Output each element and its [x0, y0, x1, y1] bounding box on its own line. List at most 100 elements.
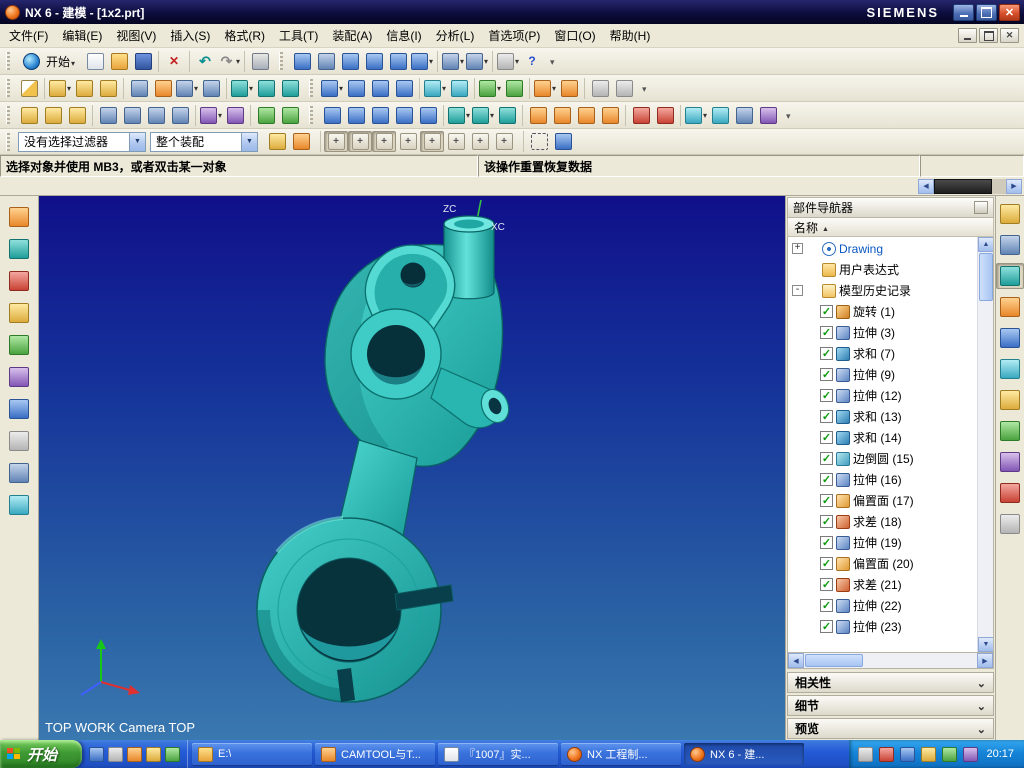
tree-row[interactable]: 求和 (14): [788, 427, 977, 448]
show-desktop-icon[interactable]: [107, 746, 124, 762]
expand-toggle[interactable]: [806, 390, 817, 401]
tree-row[interactable]: 求差 (21): [788, 574, 977, 595]
new-file-icon[interactable]: [83, 51, 107, 72]
toolbar-grip[interactable]: [6, 52, 10, 70]
feature-checkbox[interactable]: [820, 620, 833, 633]
rectangle-icon[interactable]: [168, 105, 192, 126]
close-button[interactable]: [999, 3, 1020, 21]
messenger-icon[interactable]: [164, 746, 181, 762]
thread-icon[interactable]: [588, 78, 612, 99]
expand-toggle[interactable]: [806, 453, 817, 464]
feature-checkbox[interactable]: [820, 557, 833, 570]
tree-row[interactable]: 用户表达式: [788, 259, 977, 280]
zoom-view-icon[interactable]: [362, 51, 386, 72]
studio-mode-icon[interactable]: [495, 105, 519, 126]
datum-plane-icon[interactable]: [48, 78, 72, 99]
tree-vertical-scrollbar[interactable]: [977, 237, 993, 652]
expand-toggle[interactable]: [806, 621, 817, 632]
expand-toggle[interactable]: [806, 474, 817, 485]
taskbar-task-button[interactable]: NX 工程制...: [561, 743, 681, 765]
tree-row[interactable]: 偏置面 (17): [788, 490, 977, 511]
snap-point-toggle-icon[interactable]: [324, 131, 348, 152]
antivirus-icon[interactable]: [878, 746, 895, 762]
fit-view-icon[interactable]: [338, 51, 362, 72]
left-tool-icon-4[interactable]: [5, 300, 33, 326]
taskbar-task-button[interactable]: 『1007』实...: [438, 743, 558, 765]
pattern-feature-icon[interactable]: [478, 78, 502, 99]
feature-checkbox[interactable]: [820, 431, 833, 444]
toolbar-grip[interactable]: [309, 79, 313, 97]
rotate-object-icon[interactable]: [653, 105, 677, 126]
tree-row[interactable]: 拉伸 (23): [788, 616, 977, 637]
draft-icon[interactable]: [368, 78, 392, 99]
feature-checkbox[interactable]: [820, 305, 833, 318]
minimize-button[interactable]: [953, 3, 974, 21]
menu-item[interactable]: 信息(I): [379, 23, 428, 48]
mdi-close-button[interactable]: [1000, 28, 1019, 43]
highlight-selection-icon[interactable]: [289, 131, 313, 152]
expand-toggle[interactable]: [792, 264, 803, 275]
line-icon[interactable]: [120, 105, 144, 126]
scroll-down-icon[interactable]: [978, 637, 993, 652]
move-object-icon[interactable]: [629, 105, 653, 126]
tree-row[interactable]: 拉伸 (16): [788, 469, 977, 490]
front-view-icon[interactable]: [441, 51, 465, 72]
navigator-section-header[interactable]: 预览: [787, 718, 994, 739]
feature-checkbox[interactable]: [820, 578, 833, 591]
hole-icon[interactable]: [175, 78, 199, 99]
scroll-left-icon[interactable]: [788, 653, 804, 668]
expand-toggle[interactable]: [806, 327, 817, 338]
tree-row[interactable]: 求和 (13): [788, 406, 977, 427]
media-player-icon[interactable]: [126, 746, 143, 762]
expand-toggle[interactable]: [806, 432, 817, 443]
feature-checkbox[interactable]: [820, 389, 833, 402]
menu-item[interactable]: 编辑(E): [55, 23, 109, 48]
window-icon[interactable]: [496, 51, 520, 72]
mail-icon[interactable]: [145, 746, 162, 762]
toolbar-overflow-icon[interactable]: [786, 108, 791, 122]
left-tool-icon-8[interactable]: [5, 428, 33, 454]
expand-toggle[interactable]: +: [792, 243, 803, 254]
help-icon[interactable]: [520, 51, 544, 72]
horizontal-scrollbar-track[interactable]: [992, 178, 1006, 194]
scroll-right-icon[interactable]: [1006, 178, 1022, 194]
assembly-navigator-icon[interactable]: [996, 201, 1024, 227]
feature-checkbox[interactable]: [820, 473, 833, 486]
arc-icon[interactable]: [144, 105, 168, 126]
feature-checkbox[interactable]: [820, 452, 833, 465]
toolbar-grip[interactable]: [279, 52, 284, 70]
print-icon[interactable]: [248, 51, 272, 72]
tree-row[interactable]: + Drawing: [788, 238, 977, 259]
volume-icon[interactable]: [920, 746, 937, 762]
taskbar-task-button[interactable]: NX 6 - 建...: [684, 743, 804, 765]
redo-icon[interactable]: [217, 51, 241, 72]
cad-model-rocker-arm[interactable]: [39, 196, 785, 740]
menu-item[interactable]: 工具(T): [272, 23, 325, 48]
shaded-mode-icon[interactable]: [447, 105, 471, 126]
save-icon[interactable]: [131, 51, 155, 72]
type-filter-icon[interactable]: [265, 131, 289, 152]
shaded-display-icon[interactable]: [290, 51, 314, 72]
menu-item[interactable]: 装配(A): [325, 23, 379, 48]
edge-blend-icon[interactable]: [320, 78, 344, 99]
menu-item[interactable]: 窗口(O): [547, 23, 602, 48]
unite-icon[interactable]: [230, 78, 254, 99]
feature-checkbox[interactable]: [820, 347, 833, 360]
snap-control-point-toggle-icon[interactable]: [396, 131, 420, 152]
tree-row[interactable]: 拉伸 (12): [788, 385, 977, 406]
navigator-section-header[interactable]: 相关性: [787, 672, 994, 693]
measure-distance-icon[interactable]: [199, 105, 223, 126]
sketch-icon[interactable]: [17, 78, 41, 99]
datum-axis-icon[interactable]: [72, 78, 96, 99]
dropdown-arrow-icon[interactable]: [129, 132, 145, 151]
security-icon[interactable]: [962, 746, 979, 762]
expand-toggle[interactable]: [806, 306, 817, 317]
render-style-icon[interactable]: [684, 105, 708, 126]
left-tool-icon-1[interactable]: [5, 204, 33, 230]
feature-checkbox[interactable]: [820, 326, 833, 339]
menu-item[interactable]: 帮助(H): [603, 23, 658, 48]
left-tool-icon-10[interactable]: [5, 492, 33, 518]
toolbar-grip[interactable]: [6, 79, 10, 97]
chamfer-icon[interactable]: [344, 78, 368, 99]
scroll-left-icon[interactable]: [918, 178, 934, 194]
